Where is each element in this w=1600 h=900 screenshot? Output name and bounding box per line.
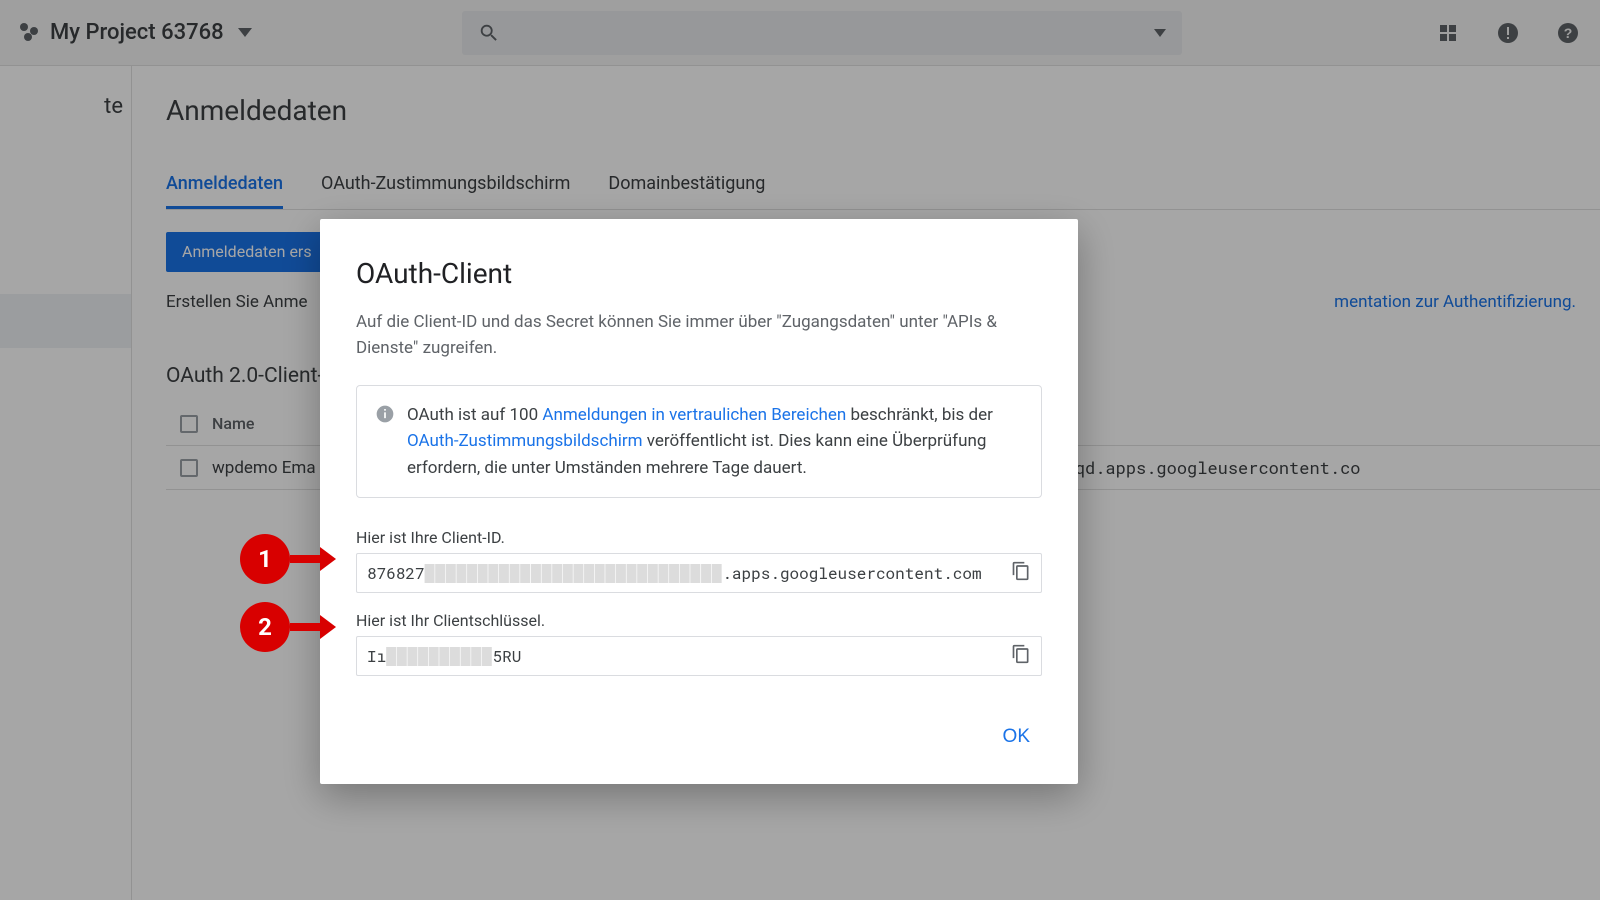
client-id-field: 876827████████████████████████████.apps.… xyxy=(356,553,1042,593)
annotation-marker-2: 2 xyxy=(240,602,336,652)
annotation-marker-1: 1 xyxy=(240,534,336,584)
info-notice: OAuth ist auf 100 Anmeldungen in vertrau… xyxy=(356,385,1042,498)
consent-screen-link[interactable]: OAuth-Zustimmungsbildschirm xyxy=(407,431,643,451)
info-icon xyxy=(375,404,395,481)
client-secret-value[interactable]: Iı██████████5RU xyxy=(367,646,1003,667)
client-secret-field: Iı██████████5RU xyxy=(356,636,1042,676)
client-id-value[interactable]: 876827████████████████████████████.apps.… xyxy=(367,563,1003,584)
modal-subtitle: Auf die Client-ID und das Secret können … xyxy=(356,310,1042,361)
copy-icon[interactable] xyxy=(1003,644,1031,669)
copy-icon[interactable] xyxy=(1003,561,1031,586)
modal-title: OAuth-Client xyxy=(356,257,1042,290)
arrow-right-icon xyxy=(320,615,336,639)
notice-text: OAuth ist auf 100 Anmeldungen in vertrau… xyxy=(407,402,1023,481)
annotation-badge: 1 xyxy=(240,534,290,584)
ok-button[interactable]: OK xyxy=(991,718,1042,756)
client-secret-label: Hier ist Ihr Clientschlüssel. xyxy=(356,611,1042,630)
oauth-client-modal: OAuth-Client Auf die Client-ID und das S… xyxy=(320,219,1078,784)
sensitive-scopes-link[interactable]: Anmeldungen in vertraulichen Bereichen xyxy=(542,405,846,425)
client-id-label: Hier ist Ihre Client-ID. xyxy=(356,528,1042,547)
arrow-right-icon xyxy=(320,547,336,571)
annotation-badge: 2 xyxy=(240,602,290,652)
